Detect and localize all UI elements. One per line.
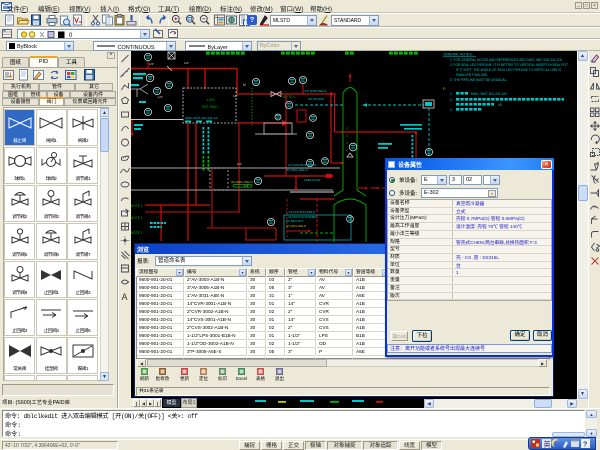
svg-text:1.: 1. [450, 92, 453, 96]
svg-text:4"P-3006-A5E-N: 4"P-3006-A5E-N [304, 89, 326, 93]
svg-text:1/2": 1/2" [184, 61, 189, 65]
svg-text:F:: F: [443, 87, 446, 91]
svg-text:NOTE 3: NOTE 3 [283, 95, 295, 99]
svg-text:1/2": 1/2" [158, 95, 163, 99]
svg-text:0: 0 [69, 33, 73, 39]
svg-text:AS SOON AS POSSIBLE: AS SOON AS POSSIBLE [288, 215, 318, 219]
svg-text:3.: 3. [450, 108, 453, 112]
svg-text:?: ? [583, 442, 587, 449]
svg-text:NOTE 2: NOTE 2 [131, 231, 143, 235]
svg-text:IF IT SOFT, THE ANGLE OF SEAL: IF IT SOFT, THE ANGLE OF SEAL LEG PIPELI… [456, 68, 561, 72]
svg-text:C: C [346, 127, 349, 131]
svg-text:M: M [243, 83, 246, 87]
svg-text:J-301: J-301 [206, 98, 215, 102]
svg-text:(P)-3001-A5E-N: (P)-3001-A5E-N [286, 224, 306, 228]
svg-text:14"CVR-3001-A1B-N: 14"CVR-3001-A1B-N [288, 163, 316, 167]
svg-text:2: 2 [346, 148, 348, 152]
svg-text:2. FOR SEAL LEG PIPELINE, IT I: 2. FOR SEAL LEG PIPELINE, IT IS BETTER T… [450, 63, 569, 67]
svg-text:DWG. 9607-901-241-100.: DWG. 9607-901-241-100. [471, 92, 508, 96]
svg-text:2.: 2. [450, 98, 453, 102]
svg-text:0: 0 [346, 141, 348, 145]
svg-text:NOTE 2: NOTE 2 [131, 216, 143, 220]
svg-text:英: 英 [544, 440, 551, 449]
svg-text:DWG.9607-302-241-1/2: DWG.9607-302-241-1/2 [185, 116, 218, 120]
svg-text:NO POCKET: NO POCKET [308, 97, 325, 101]
svg-text:FREE FLOW: FREE FLOW [304, 178, 321, 182]
svg-text:3: 3 [346, 134, 348, 138]
svg-text:GENERAL NOTES:: GENERAL NOTES: [443, 53, 473, 57]
svg-text:A: A [122, 292, 128, 302]
svg-text:1/2": 1/2" [237, 162, 242, 166]
svg-text:NO SEAL POT: NO SEAL POT [286, 219, 304, 223]
svg-text:NOTE 2: NOTE 2 [131, 204, 143, 208]
svg-text:1. FOR GENERAL NOTES AND REFER: 1. FOR GENERAL NOTES AND REFERENCES SEE … [450, 58, 563, 62]
svg-text:1-1/2"LPS-3001-B1B-N: 1-1/2"LPS-3001-B1B-N [286, 210, 315, 214]
svg-text:(P)-3001-A5E-N: (P)-3001-A5E-N [231, 180, 253, 184]
svg-text:1/2": 1/2" [149, 62, 154, 66]
svg-text:3. THE PIPELINE MUST BE GRADUA: 3. THE PIPELINE MUST BE GRADUAL. [450, 78, 507, 82]
svg-text:45.: 45. [498, 103, 503, 107]
svg-text:SMALLER THAN 45D.: SMALLER THAN 45D. [456, 73, 488, 77]
svg-text:SEE P&ID: SEE P&ID [202, 105, 218, 109]
svg-text:(P)-3001-A5E-N: (P)-3001-A5E-N [286, 168, 308, 172]
